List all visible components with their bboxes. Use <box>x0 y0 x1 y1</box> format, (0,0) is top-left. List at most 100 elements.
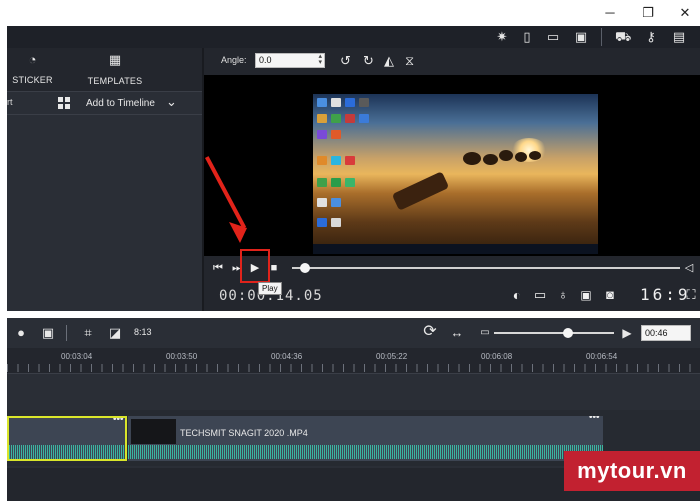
desktop-icon <box>345 98 355 107</box>
aspect-label[interactable]: 8:13 <box>134 327 152 337</box>
desktop-icon <box>331 130 341 139</box>
top-toolbar <box>7 26 700 48</box>
fit-width-icon[interactable]: ↔ <box>448 325 466 341</box>
beach-boulder <box>529 151 541 160</box>
driftwood <box>391 171 450 211</box>
crop-icon[interactable]: ⌗ <box>80 325 96 341</box>
watermark-logo: mytour.vn <box>564 451 700 491</box>
play-tooltip: Play <box>258 282 282 295</box>
tab-templates-label: TEMPLATES <box>87 76 143 86</box>
chevron-down-icon[interactable]: ⌄ <box>166 94 177 110</box>
key-icon[interactable]: ⚷ <box>643 29 659 45</box>
desktop-icon <box>317 114 327 123</box>
clip-title: TECHSMIT SNAGIT 2020 .MP4 <box>180 428 308 438</box>
ruler-label: 00:05:22 <box>376 352 408 361</box>
clip-menu-icon[interactable]: ••• <box>589 416 600 423</box>
desktop-icon <box>317 218 327 227</box>
save-icon[interactable]: ▣ <box>573 29 589 45</box>
add-to-timeline-button[interactable]: Add to Timeline <box>86 98 155 109</box>
snapshot-icon[interactable]: ◙ <box>602 288 618 302</box>
desktop-icon <box>317 178 327 187</box>
desktop-icon <box>359 98 369 107</box>
desktop-icon <box>331 98 341 107</box>
flip-vertical-icon[interactable]: ⧖ <box>405 53 414 69</box>
angle-label: Angle: <box>221 55 247 65</box>
zoom-out-icon[interactable]: ▭ <box>478 325 492 341</box>
zoom-value-input[interactable]: 00:46 <box>641 325 691 341</box>
minimize-button[interactable]: ─ <box>601 4 619 22</box>
skip-back-icon[interactable]: ⏮ <box>211 261 225 275</box>
templates-icon: ▦ <box>108 52 122 67</box>
screen-record-icon[interactable]: ▣ <box>579 288 593 302</box>
refresh-icon[interactable]: ⟳ <box>421 324 439 340</box>
beach-boulder <box>463 152 481 165</box>
desktop-icon <box>317 156 327 165</box>
ruler-label: 00:06:08 <box>481 352 513 361</box>
tab-sticker[interactable]: ◔ STICKER <box>10 50 55 90</box>
cart-icon[interactable]: ⛟ <box>615 29 631 45</box>
pip-icon[interactable]: ◪ <box>107 325 123 341</box>
desktop-icon <box>331 198 341 207</box>
ruler-ticks <box>7 364 700 372</box>
aspect-ratio-label[interactable]: 16:9 <box>640 285 691 304</box>
seek-handle[interactable] <box>300 263 310 273</box>
title-bar <box>0 0 700 26</box>
ruler-label: 00:04:36 <box>271 352 303 361</box>
grid-view-icon[interactable] <box>58 97 70 109</box>
fullscreen-icon[interactable]: ⛶ <box>684 288 698 302</box>
maximize-button[interactable]: ❐ <box>639 4 657 22</box>
desktop-icon <box>331 178 341 187</box>
video-clip-selected[interactable]: ••• <box>7 416 127 461</box>
beach-boulder <box>515 152 527 162</box>
app-window: ─ ❐ ✕ ✷ ▯ ▭ ▣ ⛟ ⚷ ▤ ◔ STICKER ▦ TEMPLATE… <box>0 0 700 501</box>
angle-input[interactable]: 0.0 ▴ ▾ <box>255 53 325 68</box>
desktop-icon <box>331 218 341 227</box>
person-icon[interactable]: ● <box>12 325 30 341</box>
desktop-icon <box>345 114 355 123</box>
desktop-taskbar <box>313 244 598 254</box>
tab-templates[interactable]: ▦ TEMPLATES <box>85 50 145 90</box>
media-icon[interactable]: ▣ <box>40 325 56 341</box>
beach-boulder <box>483 154 498 165</box>
toolbar-divider <box>601 28 602 46</box>
desktop-icon <box>317 130 327 139</box>
video-clip[interactable]: ••• <box>128 416 603 461</box>
toolbar-separator <box>66 325 67 341</box>
ruler-label: 00:03:04 <box>61 352 93 361</box>
seek-bar[interactable] <box>292 267 680 269</box>
sticker-icon: ◔ <box>28 52 37 67</box>
camera-record-icon[interactable]: ▭ <box>532 288 548 302</box>
rotate-left-icon[interactable]: ↺ <box>340 53 351 69</box>
zoom-in-icon[interactable]: ▶ <box>619 325 635 341</box>
zoom-handle[interactable] <box>563 328 573 338</box>
zoom-slider[interactable] <box>494 332 614 334</box>
sort-label: rt <box>7 97 13 107</box>
palette-icon[interactable]: ◐ <box>509 288 525 302</box>
beach-boulder <box>499 150 513 161</box>
preview-video-frame <box>313 94 598 254</box>
rotate-right-icon[interactable]: ↻ <box>363 53 374 69</box>
microphone-icon[interactable]: ♁ <box>556 288 570 302</box>
desktop-icon <box>317 98 327 107</box>
audio-waveform <box>9 445 125 459</box>
ruler-label: 00:03:50 <box>166 352 198 361</box>
annotation-arrow-head <box>229 222 247 243</box>
desktop-icon <box>331 114 341 123</box>
desktop-icon <box>345 178 355 187</box>
desktop-icon <box>345 156 355 165</box>
desktop-icon <box>359 114 369 123</box>
desktop-icon <box>317 198 327 207</box>
bag-icon[interactable]: ▤ <box>671 29 687 45</box>
play-button-highlight <box>240 249 270 283</box>
open-folder-icon[interactable]: ▭ <box>545 29 561 45</box>
tab-sticker-label: STICKER <box>12 75 53 85</box>
new-file-icon[interactable]: ▯ <box>519 29 535 45</box>
flip-horizontal-icon[interactable]: ◭ <box>384 53 394 69</box>
close-button[interactable]: ✕ <box>676 4 694 22</box>
desktop-icon <box>331 156 341 165</box>
angle-value: 0.0 <box>259 55 272 65</box>
effects-icon[interactable]: ✷ <box>494 29 510 45</box>
clip-menu-icon[interactable]: ••• <box>113 418 124 425</box>
volume-icon[interactable]: ◁ <box>683 261 695 275</box>
angle-stepper-icon[interactable]: ▴ ▾ <box>318 53 322 66</box>
